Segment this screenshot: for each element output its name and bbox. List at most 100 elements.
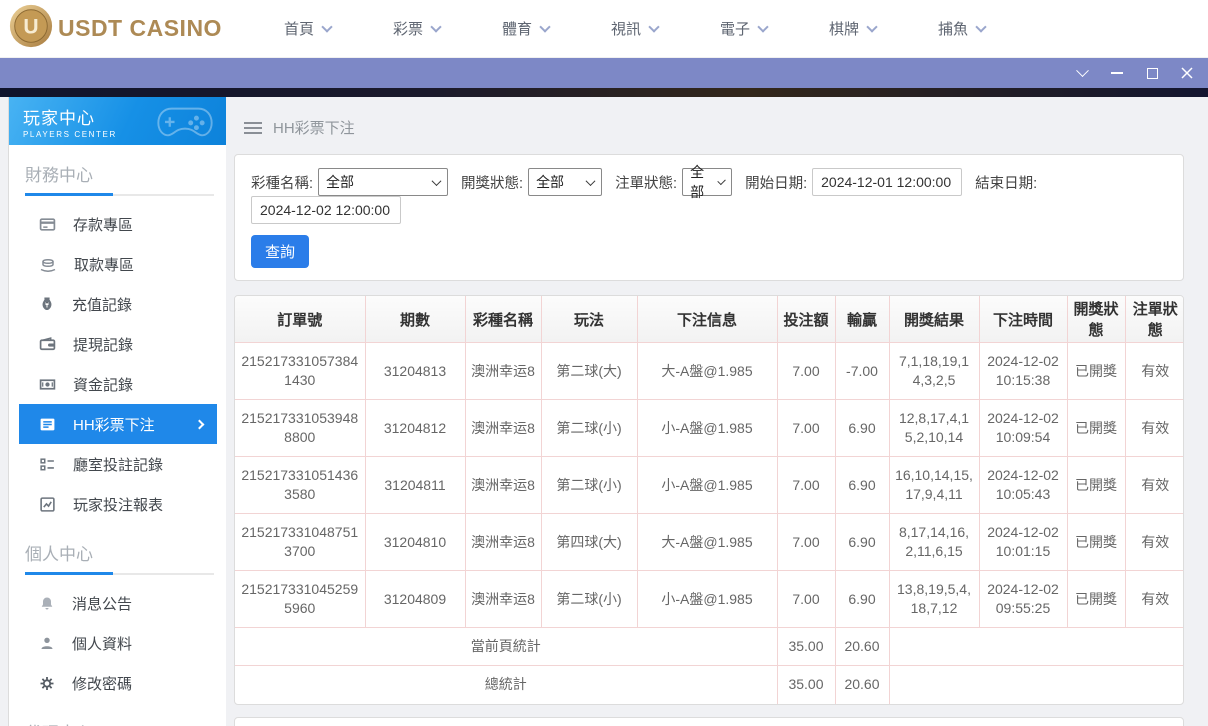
end-date-label: 結束日期: <box>975 175 1038 192</box>
nav-item-cards[interactable]: 棋牌 <box>829 18 878 39</box>
svg-text:U: U <box>23 16 38 39</box>
top-header: U USDT CASINO 首頁 彩票 體育 視訊 電子 棋牌 捕魚 <box>0 0 1208 58</box>
chevron-down-icon <box>585 175 596 186</box>
nav-item-sports[interactable]: 體育 <box>502 18 551 39</box>
close-icon <box>1181 67 1193 79</box>
lottery-name-label: 彩種名稱: <box>251 175 314 192</box>
total-summary-label: 總統計 <box>235 665 778 704</box>
chevron-down-icon <box>866 20 878 33</box>
wallet-icon <box>39 336 56 350</box>
page-summary-row: 當前頁統計 35.00 20.60 <box>235 627 1183 666</box>
section-agent-center: 代理中心 <box>9 703 226 726</box>
sidebar-item-room-bet-record[interactable]: 廳室投註記錄 <box>9 444 226 484</box>
col-bet-amount: 投注額 <box>776 295 836 343</box>
report-chart-icon <box>40 496 55 512</box>
table-row: 2152173310452595960 31204809 澳洲幸运8 第二球(小… <box>235 570 1183 628</box>
sidebar-item-player-bet-report[interactable]: 玩家投注報表 <box>9 484 226 524</box>
menu-toggle-icon[interactable] <box>244 121 262 134</box>
total-summary-bet-amount: 35.00 <box>776 665 836 704</box>
nav-item-fishing[interactable]: 捕魚 <box>938 18 987 39</box>
page-summary-win-loss: 20.60 <box>834 627 890 666</box>
chevron-down-icon <box>1075 63 1089 77</box>
section-divider <box>25 572 214 575</box>
chevron-down-icon <box>321 20 333 33</box>
end-date-input[interactable] <box>251 196 401 224</box>
col-win-loss: 輸贏 <box>834 295 890 343</box>
sidebar-item-change-password[interactable]: 修改密碼 <box>9 663 226 703</box>
window-maximize-button[interactable] <box>1145 66 1159 80</box>
gamepad-icon <box>154 101 216 145</box>
banknote-icon <box>39 378 56 390</box>
draw-status-select[interactable]: 全部 <box>528 168 603 196</box>
sidebar-item-deposit[interactable]: 存款專區 <box>9 204 226 244</box>
col-order-id: 訂單號 <box>235 295 366 343</box>
total-summary-win-loss: 20.60 <box>834 665 890 704</box>
minimize-icon <box>1111 72 1123 74</box>
sidebar-item-profile[interactable]: 個人資料 <box>9 623 226 663</box>
sidebar: 玩家中心 PLAYERS CENTER 財務中心 存款專區 取款專區 充值記錄 … <box>8 97 226 726</box>
breadcrumb: HH彩票下注 <box>234 97 1184 154</box>
sidebar-item-recharge-record[interactable]: 充值記錄 <box>9 284 226 324</box>
table-row: 2152173310539488800 31204812 澳洲幸运8 第二球(小… <box>235 399 1183 457</box>
table-header-row: 訂單號 期數 彩種名稱 玩法 下注信息 投注額 輸贏 開獎結果 下注時間 開獎狀… <box>235 295 1183 343</box>
app-window: U USDT CASINO 首頁 彩票 體育 視訊 電子 棋牌 捕魚 玩家中心 <box>0 0 1208 726</box>
col-draw-result: 開獎結果 <box>888 295 980 343</box>
sidebar-item-hh-lottery-bets[interactable]: HH彩票下注 <box>19 404 217 444</box>
chevron-down-icon <box>539 20 551 33</box>
bell-icon <box>41 597 53 609</box>
chevron-down-icon <box>431 175 442 186</box>
start-date-input[interactable] <box>812 168 963 196</box>
chevron-down-icon <box>757 20 769 33</box>
nav-item-live[interactable]: 視訊 <box>611 18 660 39</box>
decorative-banner-strip <box>0 88 1208 97</box>
lottery-name-select[interactable]: 全部 <box>318 168 449 196</box>
main-content: HH彩票下注 彩種名稱: 全部 開獎狀態: 全部 注單狀態: 全部 開始日期: … <box>234 97 1184 726</box>
table-row: 2152173310514363580 31204811 澳洲幸运8 第二球(小… <box>235 456 1183 514</box>
col-draw-status: 開獎狀態 <box>1066 295 1126 343</box>
brand-name: USDT CASINO <box>58 15 222 41</box>
draw-status-label: 開獎狀態: <box>461 175 524 192</box>
total-summary-row: 總統計 35.00 20.60 <box>235 665 1183 704</box>
deposit-card-icon <box>39 217 56 231</box>
gear-icon <box>40 676 54 690</box>
filter-panel: 彩種名稱: 全部 開獎狀態: 全部 注單狀態: 全部 開始日期: 2024-12… <box>234 154 1184 281</box>
main-nav: 首頁 彩票 體育 視訊 電子 棋牌 捕魚 <box>284 18 987 39</box>
sidebar-item-withdrawal-record[interactable]: 提現記錄 <box>9 324 226 364</box>
order-status-select[interactable]: 全部 <box>682 164 733 200</box>
nav-item-slots[interactable]: 電子 <box>720 18 769 39</box>
page-summary-label: 當前頁統計 <box>235 627 778 666</box>
pagination-panel: 每頁顯示20條 共5条 首页 上一页 [1] 下一页 第 页 跳转 <box>234 716 1184 726</box>
window-minimize-button[interactable] <box>1110 66 1124 80</box>
start-date-label: 開始日期: <box>745 175 808 192</box>
money-bag-icon <box>42 297 52 310</box>
withdraw-hand-icon <box>40 258 56 272</box>
section-personal-center: 個人中心 <box>25 545 93 564</box>
window-titlebar <box>0 58 1208 88</box>
table-row: 2152173310487513700 31204810 澳洲幸运8 第四球(大… <box>235 513 1183 571</box>
chevron-down-icon <box>975 20 987 33</box>
chevron-down-icon <box>717 176 726 185</box>
bets-table: 訂單號 期數 彩種名稱 玩法 下注信息 投注額 輸贏 開獎結果 下注時間 開獎狀… <box>235 295 1183 704</box>
maximize-icon <box>1146 67 1158 79</box>
sidebar-item-announcements[interactable]: 消息公告 <box>9 583 226 623</box>
sidebar-item-withdraw[interactable]: 取款專區 <box>9 244 226 284</box>
chevron-down-icon <box>648 20 660 33</box>
col-bet-info: 下注信息 <box>636 295 778 343</box>
chevron-down-icon <box>430 20 442 33</box>
nav-item-lottery[interactable]: 彩票 <box>393 18 442 39</box>
col-bet-time: 下注時間 <box>978 295 1068 343</box>
sidebar-item-funds-record[interactable]: 資金記錄 <box>9 364 226 404</box>
chevron-right-icon <box>194 419 205 429</box>
section-finance-center: 財務中心 <box>25 166 93 185</box>
col-order-status: 注單狀態 <box>1124 295 1183 343</box>
nav-item-home[interactable]: 首頁 <box>284 18 333 39</box>
window-close-button[interactable] <box>1180 66 1194 80</box>
col-period: 期數 <box>364 295 466 343</box>
search-button[interactable]: 查詢 <box>251 235 310 268</box>
brand-logo[interactable]: U USDT CASINO <box>8 3 222 54</box>
col-lottery-name: 彩種名稱 <box>464 295 542 343</box>
window-collapse-button[interactable] <box>1075 63 1089 80</box>
order-status-label: 注單狀態: <box>615 175 678 192</box>
person-icon <box>41 637 53 649</box>
players-center-header: 玩家中心 PLAYERS CENTER <box>9 97 226 145</box>
